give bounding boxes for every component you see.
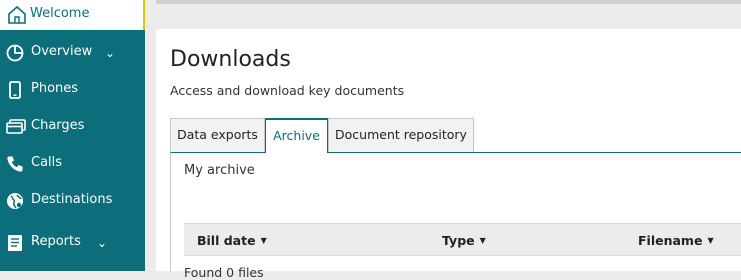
results-count: Found 0 files xyxy=(184,265,264,280)
sidebar-item-label: Reports xyxy=(31,234,81,249)
sidebar-item-label: Destinations xyxy=(31,192,113,207)
sidebar-item-label: Charges xyxy=(31,118,85,133)
pie-chart-icon xyxy=(6,44,24,62)
sidebar-item-label: Overview xyxy=(31,44,93,59)
phone-handset-icon xyxy=(6,155,24,173)
column-header-filename[interactable]: Filename ▼ xyxy=(638,233,714,248)
sidebar: Welcome Overview ⌄ Phones Charges Calls … xyxy=(0,0,145,271)
caret-down-icon: ▼ xyxy=(260,236,267,245)
report-icon xyxy=(6,234,24,252)
home-icon xyxy=(7,5,27,29)
sidebar-item-calls[interactable]: Calls xyxy=(0,149,145,179)
sidebar-item-welcome[interactable]: Welcome xyxy=(0,0,145,30)
main-panel: Downloads Access and download key docume… xyxy=(156,29,741,280)
chevron-down-icon: ⌄ xyxy=(105,46,116,60)
tab-label: Document repository xyxy=(335,127,467,142)
page-subtitle: Access and download key documents xyxy=(170,83,405,98)
caret-down-icon: ▼ xyxy=(707,236,714,245)
column-header-bill-date[interactable]: Bill date ▼ xyxy=(197,233,267,248)
tab-label: Archive xyxy=(273,128,320,143)
page-title: Downloads xyxy=(170,47,291,72)
tab-archive[interactable]: Archive xyxy=(265,118,328,153)
sidebar-item-destinations[interactable]: Destinations xyxy=(0,186,145,216)
tab-data-exports[interactable]: Data exports xyxy=(170,118,265,152)
archive-heading: My archive xyxy=(184,163,255,178)
archive-panel: My archive Bill date ▼ Type ▼ Filename ▼ Fo… xyxy=(170,152,741,280)
sidebar-item-label: Welcome xyxy=(30,6,90,21)
sidebar-item-charges[interactable]: Charges xyxy=(0,112,145,142)
tab-document-repository[interactable]: Document repository xyxy=(328,118,474,152)
caret-down-icon: ▼ xyxy=(479,236,486,245)
chevron-down-icon: ⌄ xyxy=(97,236,108,250)
table-header: Bill date ▼ Type ▼ Filename ▼ xyxy=(184,223,741,256)
credit-card-icon xyxy=(6,118,26,136)
globe-icon xyxy=(6,192,24,210)
sidebar-item-label: Phones xyxy=(31,81,79,96)
column-header-type[interactable]: Type ▼ xyxy=(442,233,486,248)
sidebar-item-label: Calls xyxy=(31,155,63,170)
sidebar-item-reports[interactable]: Reports ⌄ xyxy=(0,228,145,258)
sidebar-item-overview[interactable]: Overview ⌄ xyxy=(0,38,145,68)
tab-label: Data exports xyxy=(177,127,258,142)
top-strip xyxy=(156,0,741,4)
phone-device-icon xyxy=(6,81,24,99)
sidebar-item-phones[interactable]: Phones xyxy=(0,75,145,105)
